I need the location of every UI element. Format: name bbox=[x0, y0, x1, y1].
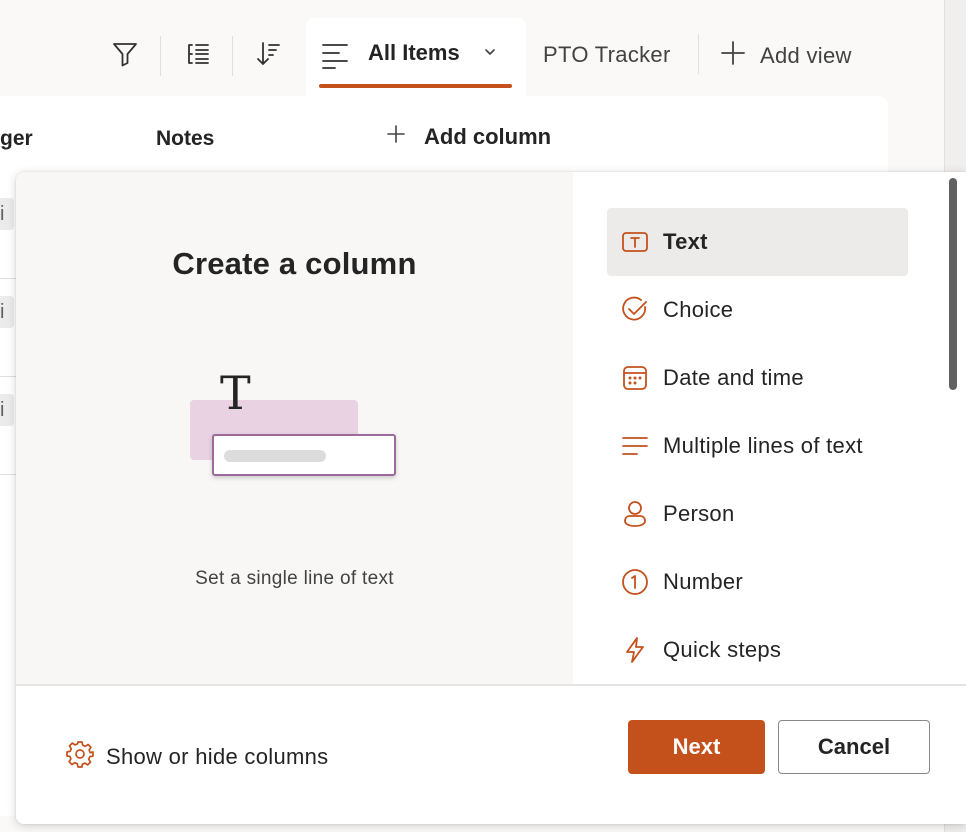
preview-description: Set a single line of text bbox=[195, 568, 394, 589]
illustration-input bbox=[212, 434, 396, 476]
text-box-icon bbox=[621, 228, 649, 256]
column-type-number[interactable]: Number bbox=[607, 548, 908, 616]
active-tab-indicator bbox=[319, 84, 512, 88]
filter-icon[interactable] bbox=[107, 36, 143, 72]
column-header-manager[interactable]: ger bbox=[0, 127, 33, 151]
list-cell: i S bbox=[0, 198, 14, 230]
next-button[interactable]: Next bbox=[628, 720, 765, 774]
add-column-button[interactable]: Add column bbox=[386, 124, 551, 150]
column-header-notes[interactable]: Notes bbox=[156, 127, 214, 151]
number-circle-icon bbox=[621, 568, 649, 596]
flash-icon bbox=[621, 636, 649, 664]
view-toolbar: All Items PTO Tracker Add view bbox=[0, 0, 944, 98]
list-cell: i S bbox=[0, 394, 14, 426]
text-column-illustration: T bbox=[186, 368, 406, 488]
toolbar-divider bbox=[698, 34, 699, 74]
row-divider bbox=[0, 278, 16, 279]
view-list-icon bbox=[320, 40, 352, 75]
plus-icon bbox=[386, 124, 406, 150]
panel-title: Create a column bbox=[172, 246, 417, 281]
type-list-scrollbar[interactable] bbox=[949, 178, 957, 390]
add-view-label: Add view bbox=[760, 43, 852, 68]
column-type-quick-steps[interactable]: Quick steps bbox=[607, 616, 908, 684]
toolbar-divider bbox=[160, 36, 161, 76]
column-preview: Create a column T Set a single line of t… bbox=[16, 172, 573, 684]
person-icon bbox=[621, 500, 649, 528]
toolbar-divider bbox=[232, 36, 233, 76]
show-hide-label: Show or hide columns bbox=[106, 744, 329, 769]
text-lines-icon bbox=[621, 432, 649, 460]
list-cell: i S bbox=[0, 296, 14, 328]
add-view-button[interactable]: Add view bbox=[720, 40, 852, 72]
column-type-list: Text Choice Date and time Multiple lines… bbox=[573, 172, 966, 684]
group-by-icon[interactable] bbox=[180, 36, 216, 72]
column-type-person[interactable]: Person bbox=[607, 480, 908, 548]
column-type-text[interactable]: Text bbox=[607, 208, 908, 276]
chevron-down-icon[interactable] bbox=[482, 44, 498, 65]
cancel-button[interactable]: Cancel bbox=[778, 720, 930, 774]
tab-all-items[interactable]: All Items bbox=[306, 18, 526, 98]
row-divider bbox=[0, 474, 16, 475]
panel-footer: Show or hide columns Next Cancel bbox=[16, 684, 966, 824]
tab-label: All Items bbox=[368, 40, 460, 65]
show-hide-columns-link[interactable]: Show or hide columns bbox=[66, 740, 328, 774]
tab-pto-tracker[interactable]: PTO Tracker bbox=[543, 42, 671, 68]
text-cursor-icon: T bbox=[220, 366, 251, 420]
column-type-multiple-lines[interactable]: Multiple lines of text bbox=[607, 412, 908, 480]
gear-icon bbox=[66, 740, 94, 774]
illustration-placeholder bbox=[224, 450, 326, 462]
plus-icon bbox=[720, 40, 746, 72]
sort-icon[interactable] bbox=[250, 36, 286, 72]
create-column-panel: Create a column T Set a single line of t… bbox=[16, 172, 966, 824]
calendar-icon bbox=[621, 364, 649, 392]
checkmark-circle-icon bbox=[621, 296, 649, 324]
column-type-choice[interactable]: Choice bbox=[607, 276, 908, 344]
add-column-label: Add column bbox=[424, 124, 552, 149]
column-type-date-and-time[interactable]: Date and time bbox=[607, 344, 908, 412]
row-divider bbox=[0, 376, 16, 377]
